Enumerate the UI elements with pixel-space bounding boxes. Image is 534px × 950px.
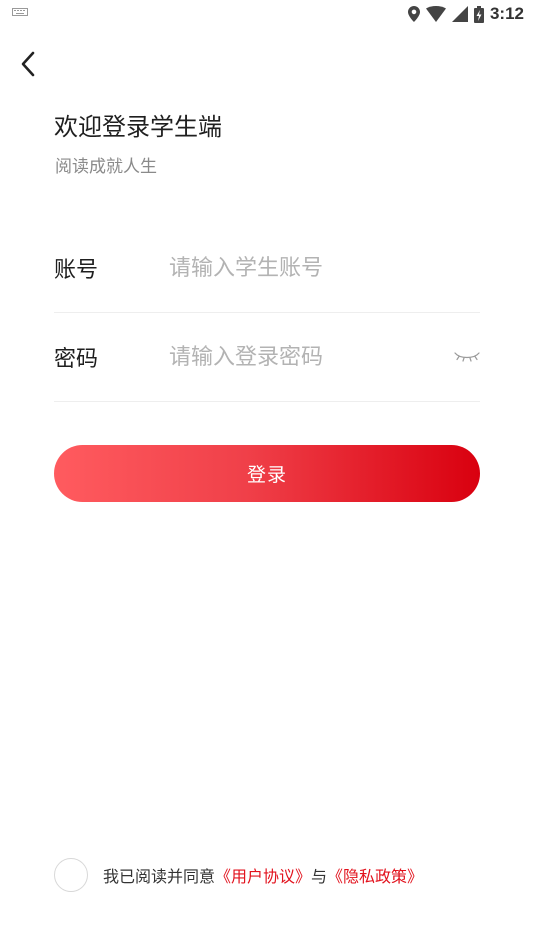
page-title: 欢迎登录学生端 [54, 113, 222, 141]
account-label: 账号 [54, 258, 99, 283]
toggle-password-visibility[interactable] [450, 342, 480, 372]
status-bar: 3:12 [0, 0, 534, 28]
signal-icon [451, 6, 468, 22]
agreement-prefix: 我已阅读并同意 [103, 867, 216, 886]
back-button[interactable] [10, 46, 46, 82]
privacy-policy-link[interactable]: 《隐私政策》 [327, 863, 423, 887]
password-label: 密码 [54, 347, 99, 372]
agreement-conjunction: 与 [311, 867, 328, 886]
location-icon [407, 6, 420, 22]
back-arrow-icon [21, 51, 35, 77]
password-row: 密码 [54, 313, 480, 402]
page-subtitle: 阅读成就人生 [55, 157, 157, 177]
account-row: 账号 [54, 224, 480, 313]
wifi-icon [425, 6, 446, 22]
account-input[interactable] [169, 255, 480, 281]
password-input[interactable] [169, 344, 450, 370]
agreement-checkbox[interactable] [54, 858, 88, 892]
battery-icon [473, 5, 484, 23]
agreement-row: 我已阅读并同意 《用户协议》 与 《隐私政策》 [54, 857, 423, 893]
login-button[interactable]: 登录 [54, 445, 480, 502]
keyboard-icon [12, 8, 28, 16]
user-agreement-link[interactable]: 《用户协议》 [215, 863, 311, 887]
eye-closed-icon [454, 352, 480, 362]
status-time: 3:12 [489, 4, 524, 23]
